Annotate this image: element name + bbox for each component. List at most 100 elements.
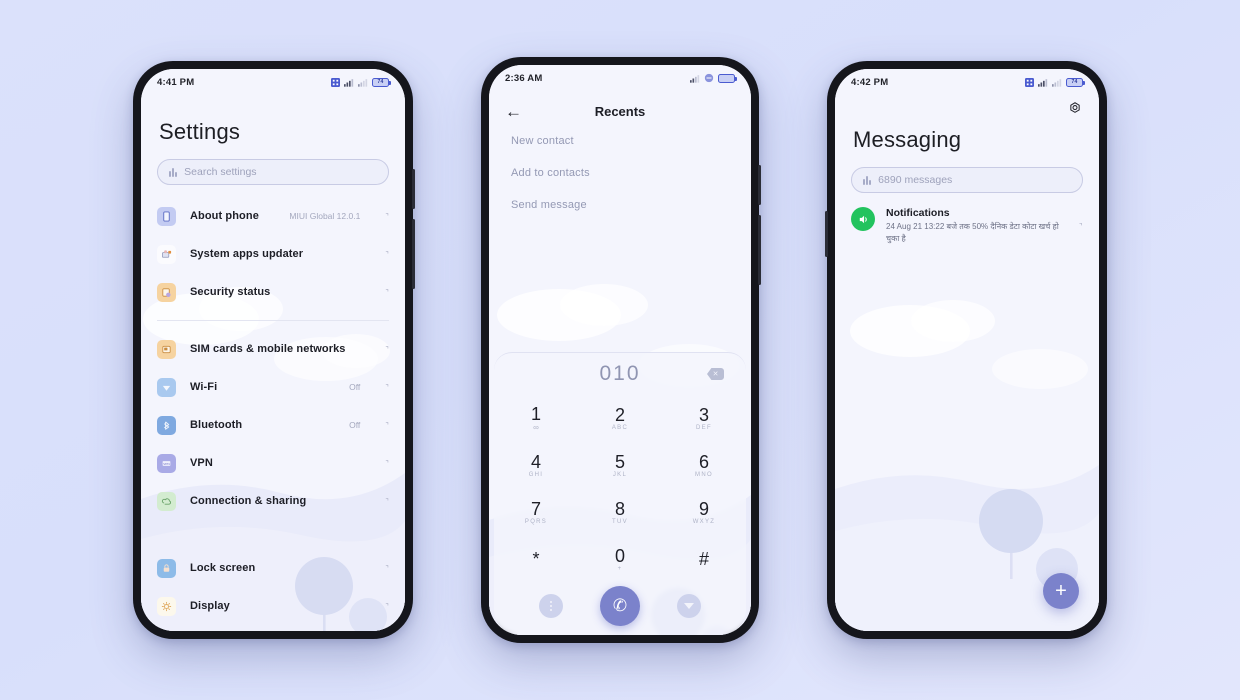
send-message-action[interactable]: Send message	[489, 189, 751, 221]
gear-icon[interactable]	[1067, 101, 1083, 117]
search-bars-icon	[169, 167, 178, 177]
dialpad-key-7[interactable]: 7 PQRS	[494, 489, 578, 536]
key-number: *	[532, 549, 540, 569]
back-arrow-icon[interactable]: ←	[505, 103, 527, 120]
dialpad-key-1[interactable]: 1 ∞	[494, 395, 578, 442]
messaging-content: Messaging 6890 messages Notifications 24…	[835, 95, 1099, 631]
sidebar-item-wifi[interactable]: Wi-Fi Off ⌃	[141, 368, 405, 406]
status-time: 4:41 PM	[157, 76, 195, 88]
lock-icon	[157, 558, 176, 578]
battery-indicator: 74	[372, 77, 391, 87]
phone-call-icon[interactable]: ✆	[599, 586, 640, 626]
dialer-topbar: ← Recents	[489, 91, 751, 125]
dialed-number: 010	[599, 362, 641, 385]
list-divider	[157, 534, 389, 535]
item-label: About phone	[190, 210, 259, 222]
dialpad-key-5[interactable]: 5 JKL	[578, 442, 662, 489]
chevron-right-icon: ⌃	[380, 495, 392, 507]
list-item[interactable]: Notifications 24 Aug 21 13:22 बजे तक 50%…	[835, 193, 1099, 244]
messaging-toolbar	[835, 95, 1099, 117]
notification-text: 24 Aug 21 13:22 बजे तक 50% दैनिक डेटा को…	[886, 222, 1059, 243]
chevron-down-icon[interactable]	[677, 594, 702, 618]
dialpad-key-4[interactable]: 4 GHI	[494, 442, 578, 489]
status-bar-messaging: 4:42 PM 74	[835, 69, 1099, 95]
page-title: Messaging	[853, 127, 962, 152]
key-number: 9	[698, 499, 709, 519]
page-title: Recents	[594, 103, 646, 119]
sim-card-icon	[157, 339, 176, 359]
phone-messaging: 4:42 PM 74 Messaging 6890 messages Notif…	[825, 61, 1107, 639]
sidebar-item-lock-screen[interactable]: Lock screen ⌃	[141, 549, 405, 587]
dialpad-actions: ✆	[494, 583, 746, 629]
item-label: Wi-Fi	[190, 381, 218, 393]
search-placeholder: 6890 messages	[878, 174, 953, 186]
sidebar-item-system-apps-updater[interactable]: System apps updater ⌃	[141, 235, 405, 273]
key-sublabel: MNO	[695, 472, 713, 478]
key-sublabel: DEF	[696, 425, 712, 431]
new-contact-action[interactable]: New contact	[489, 125, 751, 157]
volume-button[interactable]	[825, 211, 828, 257]
app-update-icon	[157, 244, 176, 264]
compose-message-button[interactable]: +	[1043, 573, 1079, 609]
item-label: VPN	[190, 457, 213, 469]
chevron-right-icon: ⌃	[380, 457, 392, 469]
dialpad-key-6[interactable]: 6 MNO	[662, 442, 746, 489]
search-bars-icon	[863, 175, 872, 185]
key-sublabel: ∞	[533, 423, 539, 432]
dialer-screen: 2:36 AM ← Recents New contact Add to con…	[489, 65, 751, 635]
chevron-right-icon: ⌃	[1074, 219, 1086, 232]
signal-bars-icon	[690, 74, 700, 83]
sidebar-item-security-status[interactable]: Security status ⌃	[141, 273, 405, 311]
search-input[interactable]: 6890 messages	[851, 167, 1083, 193]
power-button[interactable]	[412, 219, 415, 289]
sidebar-item-vpn[interactable]: VPN VPN ⌃	[141, 444, 405, 482]
page-title: Settings	[159, 119, 241, 144]
battery-level-text: 74	[1071, 79, 1078, 85]
sim-status-icon	[331, 77, 340, 87]
dialpad-key-hash[interactable]: #	[662, 536, 746, 583]
dialpad-key-3[interactable]: 3 DEF	[662, 395, 746, 442]
sidebar-item-connection-sharing[interactable]: Connection & sharing ⌃	[141, 482, 405, 520]
volume-button[interactable]	[758, 165, 761, 205]
phone-showcase: 4:41 PM 74 Settings Search settings Abou…	[0, 0, 1240, 700]
dialpad-key-8[interactable]: 8 TUV	[578, 489, 662, 536]
item-label: Display	[190, 600, 230, 612]
settings-screen: 4:41 PM 74 Settings Search settings Abou…	[141, 69, 405, 631]
sidebar-item-display[interactable]: Display ⌃	[141, 587, 405, 625]
chevron-right-icon: ⌃	[380, 210, 392, 222]
dialed-number-row[interactable]: 010 ✕	[494, 353, 746, 395]
volume-button[interactable]	[412, 169, 415, 209]
sidebar-item-bluetooth[interactable]: Bluetooth Off ⌃	[141, 406, 405, 444]
sim-status-icon	[1025, 77, 1034, 87]
signal-bars-secondary-icon	[358, 78, 368, 87]
sidebar-item-about-phone[interactable]: About phone MIUI Global 12.0.1 ⌃	[141, 197, 405, 235]
key-sublabel: WXYZ	[692, 519, 716, 525]
power-button[interactable]	[758, 215, 761, 285]
dialpad-keys: 1 ∞ 2 ABC 3 DEF 4 GHI 5 JKL 6 MNO 7 PQRS…	[494, 395, 746, 583]
chevron-right-icon: ⌃	[380, 419, 392, 431]
dialpad-key-0[interactable]: 0 +	[578, 536, 662, 583]
item-label: Bluetooth	[190, 419, 243, 431]
status-bar-settings: 4:41 PM 74	[141, 69, 405, 95]
chevron-right-icon: ⌃	[380, 286, 392, 298]
sidebar-item-sim-cards[interactable]: SIM cards & mobile networks ⌃	[141, 330, 405, 368]
dialpad-key-2[interactable]: 2 ABC	[578, 395, 662, 442]
item-label: Connection & sharing	[190, 495, 307, 507]
vpn-icon: VPN	[157, 453, 176, 473]
battery-indicator: 74	[1066, 77, 1085, 87]
key-number: 5	[614, 452, 625, 472]
wifi-status-icon	[704, 73, 714, 83]
settings-list: About phone MIUI Global 12.0.1 ⌃ System …	[141, 197, 405, 625]
plus-icon: +	[1055, 580, 1067, 602]
messaging-screen: 4:42 PM 74 Messaging 6890 messages Notif…	[835, 69, 1099, 631]
list-divider	[157, 320, 389, 321]
kebab-menu-icon[interactable]	[538, 594, 563, 618]
backspace-icon[interactable]: ✕	[707, 368, 724, 380]
signal-bars-icon	[1038, 78, 1048, 87]
add-to-contacts-action[interactable]: Add to contacts	[489, 157, 751, 189]
dialpad-key-9[interactable]: 9 WXYZ	[662, 489, 746, 536]
wifi-icon	[157, 377, 176, 397]
dialpad-key-star[interactable]: *	[494, 536, 578, 583]
key-number: 2	[614, 405, 625, 425]
search-input[interactable]: Search settings	[157, 159, 389, 185]
